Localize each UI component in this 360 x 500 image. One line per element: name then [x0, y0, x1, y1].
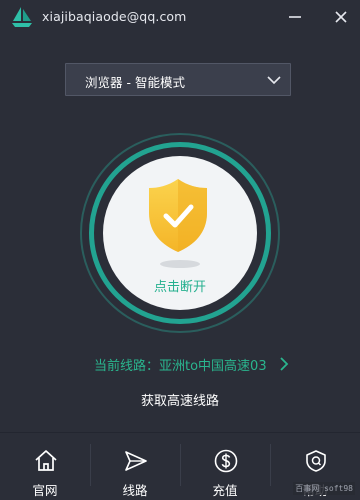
- current-route[interactable]: 当前线路：亚洲to中国高速03: [94, 355, 267, 374]
- nav-divider: [180, 444, 181, 486]
- get-fast-route-button[interactable]: 获取高速线路: [0, 390, 360, 409]
- home-icon: [35, 450, 57, 471]
- help-icon: [306, 450, 326, 472]
- shield-check-icon: [149, 179, 207, 252]
- account-email: xiajibaqiaode@qq.com: [42, 9, 187, 24]
- disconnect-label: 点击断开: [153, 280, 206, 295]
- nav-divider: [90, 444, 91, 486]
- watermark: 百事网 soft98: [293, 482, 355, 495]
- chevron-right-icon[interactable]: [279, 357, 289, 371]
- minimize-icon[interactable]: [286, 8, 304, 26]
- mode-select-value: 浏览器 - 智能模式: [85, 75, 185, 90]
- title-bar: xiajibaqiaode@qq.com: [0, 0, 360, 34]
- sailboat-logo-icon: [12, 7, 32, 27]
- nav-label-recharge: 充值: [212, 483, 238, 498]
- send-icon: [125, 451, 147, 471]
- chevron-down-icon: [267, 76, 281, 85]
- mode-select[interactable]: 浏览器 - 智能模式: [65, 63, 291, 96]
- nav-item-recharge[interactable]: 充值: [180, 433, 270, 500]
- nav-label-routes: 线路: [122, 483, 148, 498]
- shield-shadow: [160, 260, 200, 268]
- connection-ring: 点击断开: [80, 133, 280, 333]
- close-icon[interactable]: [332, 8, 350, 26]
- dollar-icon: [214, 449, 238, 473]
- disconnect-button[interactable]: 点击断开: [103, 156, 257, 310]
- nav-label-website: 官网: [32, 483, 58, 498]
- nav-item-routes[interactable]: 线路: [90, 433, 180, 500]
- nav-item-website[interactable]: 官网: [0, 433, 90, 500]
- nav-divider: [270, 444, 271, 486]
